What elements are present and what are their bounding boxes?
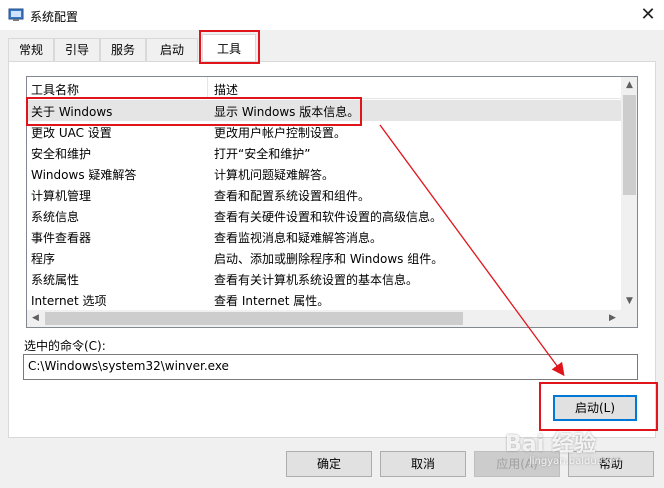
tool-rows: 关于 Windows 显示 Windows 版本信息。 更改 UAC 设置 更改… (27, 100, 621, 310)
tool-description: 启动、添加或删除程序和 Windows 组件。 (214, 252, 444, 266)
tab-startup[interactable]: 启动 (146, 38, 198, 62)
watermark-text: Bai 经验 (505, 432, 596, 457)
watermark: Bai 经验 jingyan.baidu.com (505, 426, 655, 474)
column-divider[interactable] (207, 77, 208, 99)
tool-description: 计算机问题疑难解答。 (214, 168, 335, 182)
title-bar: 系统配置 ✕ (0, 0, 664, 30)
table-row[interactable]: Internet 选项 查看 Internet 属性。 (27, 289, 621, 310)
tool-name: Internet 选项 (31, 294, 107, 308)
ok-button[interactable]: 确定 (286, 451, 372, 477)
tool-description: 查看监视消息和疑难解答消息。 (214, 231, 383, 245)
tool-description: 打开“安全和维护” (214, 147, 311, 161)
selected-command-label: 选中的命令(C): (24, 339, 106, 353)
app-config-icon (8, 8, 24, 21)
tool-description: 查看有关硬件设置和软件设置的高级信息。 (214, 210, 443, 224)
cancel-button[interactable]: 取消 (380, 451, 466, 477)
tab-general[interactable]: 常规 (8, 38, 54, 62)
tab-boot[interactable]: 引导 (54, 38, 100, 62)
tool-name: 安全和维护 (31, 147, 92, 161)
tab-services[interactable]: 服务 (100, 38, 146, 62)
close-icon[interactable]: ✕ (634, 1, 662, 29)
tool-name: 计算机管理 (31, 189, 92, 203)
tab-strip: 常规 引导 服务 启动 工具 (8, 34, 664, 63)
vertical-scrollbar[interactable]: ▲ ▼ (621, 77, 637, 310)
tool-description: 查看和配置系统设置和组件。 (214, 189, 371, 203)
tool-name: 系统信息 (31, 210, 80, 224)
selected-command-field[interactable]: C:\Windows\system32\winver.exe (23, 354, 638, 380)
tool-name: 程序 (31, 252, 56, 266)
table-row[interactable]: 安全和维护 打开“安全和维护” (27, 142, 621, 163)
tool-name: Windows 疑难解答 (31, 168, 137, 182)
scroll-up-icon[interactable]: ▲ (621, 77, 637, 94)
scroll-right-icon[interactable]: ▶ (604, 310, 621, 327)
annotation-box-selected-row (26, 97, 362, 126)
scrollbar-corner (621, 310, 637, 327)
tool-name: 更改 UAC 设置 (31, 126, 112, 140)
scroll-left-icon[interactable]: ◀ (27, 310, 44, 327)
list-header: 工具名称 描述 (27, 77, 621, 99)
tool-name: 系统属性 (31, 273, 80, 287)
vertical-scroll-thumb[interactable] (623, 95, 636, 195)
column-header-description[interactable]: 描述 (214, 81, 238, 98)
annotation-box-tools-tab (199, 30, 260, 64)
horizontal-scrollbar[interactable]: ◀ ▶ (27, 310, 621, 327)
table-row[interactable]: 系统属性 查看有关计算机系统设置的基本信息。 (27, 268, 621, 289)
table-row[interactable]: 程序 启动、添加或删除程序和 Windows 组件。 (27, 247, 621, 268)
tool-description: 查看有关计算机系统设置的基本信息。 (214, 273, 419, 287)
table-row[interactable]: Windows 疑难解答 计算机问题疑难解答。 (27, 163, 621, 184)
column-header-name[interactable]: 工具名称 (31, 81, 79, 98)
window-title: 系统配置 (30, 10, 79, 24)
scroll-down-icon[interactable]: ▼ (621, 293, 637, 310)
tool-name: 事件查看器 (31, 231, 92, 245)
table-row[interactable]: 计算机管理 查看和配置系统设置和组件。 (27, 184, 621, 205)
table-row[interactable]: 系统信息 查看有关硬件设置和软件设置的高级信息。 (27, 205, 621, 226)
tool-description: 更改用户帐户控制设置。 (214, 126, 347, 140)
table-row[interactable]: 事件查看器 查看监视消息和疑难解答消息。 (27, 226, 621, 247)
tool-description: 查看 Internet 属性。 (214, 294, 330, 308)
horizontal-scroll-thumb[interactable] (45, 312, 463, 325)
annotation-box-launch-button (539, 382, 658, 431)
watermark-url: jingyan.baidu.com (529, 456, 622, 467)
